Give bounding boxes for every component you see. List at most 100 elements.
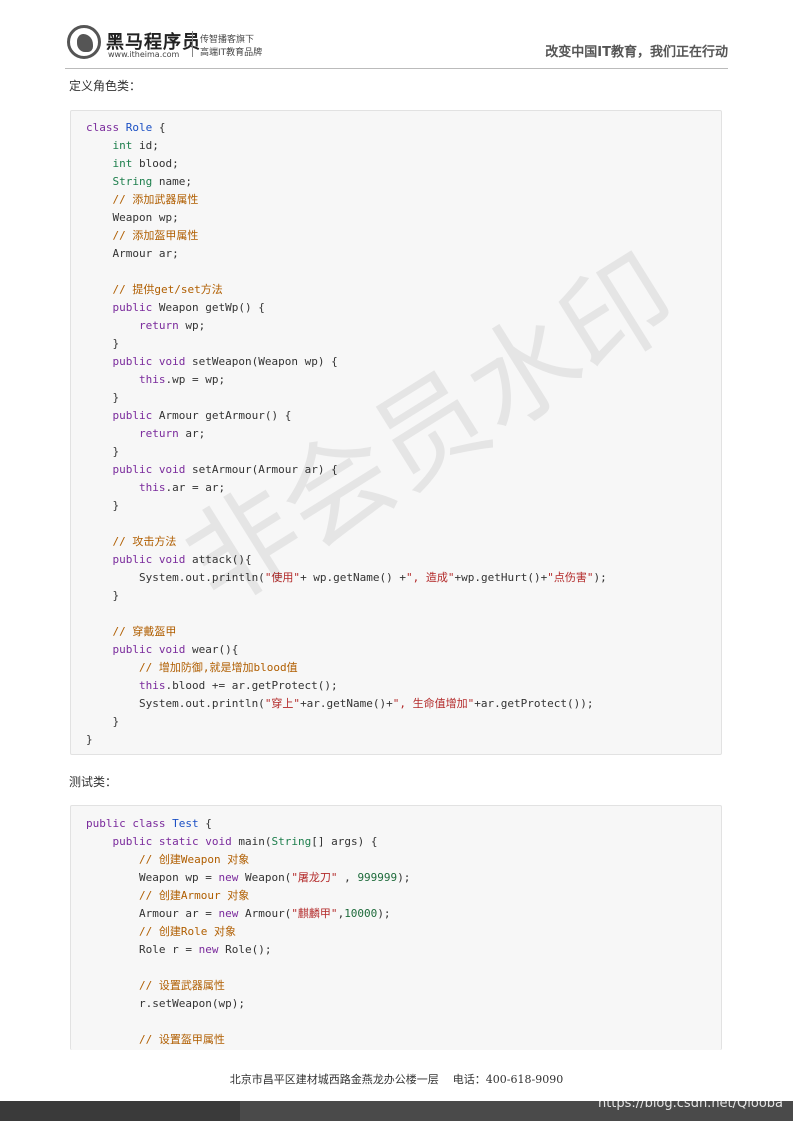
code-token: static xyxy=(158,835,199,848)
code-token: Role(); xyxy=(218,943,272,956)
code-token: ); xyxy=(377,907,391,920)
footer-bar-accent xyxy=(0,1101,240,1121)
page-header: 黑马程序员 www.itheima.com 传智播客旗下 高端IT教育品牌 改变… xyxy=(0,0,793,70)
code-token: +wp.getHurt()+ xyxy=(454,571,548,584)
code-token: +ar.getProtect()); xyxy=(474,697,594,710)
code-token: { xyxy=(198,817,212,830)
code-token: Weapon wp; xyxy=(86,211,179,224)
code-token: } xyxy=(86,733,93,746)
code-line: Weapon wp = new Weapon("屠龙刀" , 999999); xyxy=(86,869,410,887)
code-token: public xyxy=(86,817,126,830)
code-token: wp; xyxy=(178,319,206,332)
code-line: public void setWeapon(Weapon wp) { xyxy=(86,353,338,371)
code-line: return ar; xyxy=(86,425,205,443)
code-line: System.out.println("使用"+ wp.getName() +"… xyxy=(86,569,607,587)
code-token: void xyxy=(158,355,186,368)
code-token: // 添加盔甲属性 xyxy=(112,229,199,242)
code-line: // 设置武器属性 xyxy=(86,977,225,995)
code-token: // 创建Armour 对象 xyxy=(138,889,250,902)
code-token: Armour ar; xyxy=(86,247,179,260)
code-token: setWeapon(Weapon wp) { xyxy=(185,355,338,368)
code-token: // 添加武器属性 xyxy=(112,193,199,206)
code-token: // 设置盔甲属性 xyxy=(138,1033,225,1046)
code-token: 999999 xyxy=(357,871,398,884)
code-token: } xyxy=(86,445,120,458)
code-token: Test xyxy=(172,817,199,830)
code-token: Weapon( xyxy=(238,871,292,884)
code-block-test-class: public class Test { public static void m… xyxy=(70,805,722,1050)
code-line: r.setWeapon(wp); xyxy=(86,995,245,1013)
code-line: return wp; xyxy=(86,317,205,335)
code-token: .ar = ar; xyxy=(165,481,226,494)
code-line: int id; xyxy=(86,137,159,155)
code-token: public xyxy=(112,643,153,656)
code-token: void xyxy=(205,835,232,848)
code-line: public void setArmour(Armour ar) { xyxy=(86,461,338,479)
code-line: } xyxy=(86,731,93,749)
code-token: System.out.println( xyxy=(86,571,265,584)
code-token: ); xyxy=(593,571,607,584)
code-line: public void attack(){ xyxy=(86,551,252,569)
code-token: +ar.getName()+ xyxy=(300,697,393,710)
code-line: // 添加武器属性 xyxy=(86,191,199,209)
code-line: // 创建Weapon 对象 xyxy=(86,851,249,869)
code-token: // 增加防御,就是增加blood值 xyxy=(138,661,298,674)
code-token: r.setWeapon(wp); xyxy=(86,997,245,1010)
code-line: public Armour getArmour() { xyxy=(86,407,292,425)
code-token: // 设置武器属性 xyxy=(138,979,225,992)
code-token: "使用" xyxy=(264,571,301,584)
code-token: } xyxy=(86,391,120,404)
code-token: new xyxy=(218,907,239,920)
code-line: // 添加盔甲属性 xyxy=(86,227,199,245)
code-token: public xyxy=(112,835,153,848)
code-token: System.out.println( xyxy=(86,697,265,710)
code-block-role-class: class Role { int id; int blood; String n… xyxy=(70,110,722,755)
code-token: int xyxy=(112,139,133,152)
code-token: // 攻击方法 xyxy=(112,535,177,548)
code-token: blood; xyxy=(132,157,179,170)
code-line: // 设置盔甲属性 xyxy=(86,1031,225,1049)
code-token: void xyxy=(158,553,186,566)
code-token: ", 造成" xyxy=(406,571,455,584)
code-line: public void wear(){ xyxy=(86,641,239,659)
code-token: wear(){ xyxy=(185,643,239,656)
code-line: // 创建Role 对象 xyxy=(86,923,236,941)
code-line: int blood; xyxy=(86,155,179,173)
code-line: Weapon wp; xyxy=(86,209,179,227)
code-token: return xyxy=(138,427,179,440)
code-token: Weapon getWp() { xyxy=(152,301,265,314)
code-token: { xyxy=(152,121,166,134)
code-line: } xyxy=(86,713,119,731)
code-token: setArmour(Armour ar) { xyxy=(185,463,338,476)
code-token: } xyxy=(86,589,120,602)
code-line: // 提供get/set方法 xyxy=(86,281,223,299)
code-token: // 提供get/set方法 xyxy=(112,283,223,296)
code-line: public static void main(String[] args) { xyxy=(86,833,378,851)
code-token: Armour( xyxy=(238,907,292,920)
header-divider xyxy=(65,68,728,69)
footer-address: 北京市昌平区建材城西路金燕龙办公楼一层 电话：400-618-9090 xyxy=(229,1073,564,1086)
code-token: public xyxy=(112,409,153,422)
code-token: return xyxy=(138,319,179,332)
code-token: } xyxy=(86,337,120,350)
code-token: // 创建Role 对象 xyxy=(138,925,236,938)
code-token: Role xyxy=(125,121,153,134)
code-token: new xyxy=(218,871,239,884)
